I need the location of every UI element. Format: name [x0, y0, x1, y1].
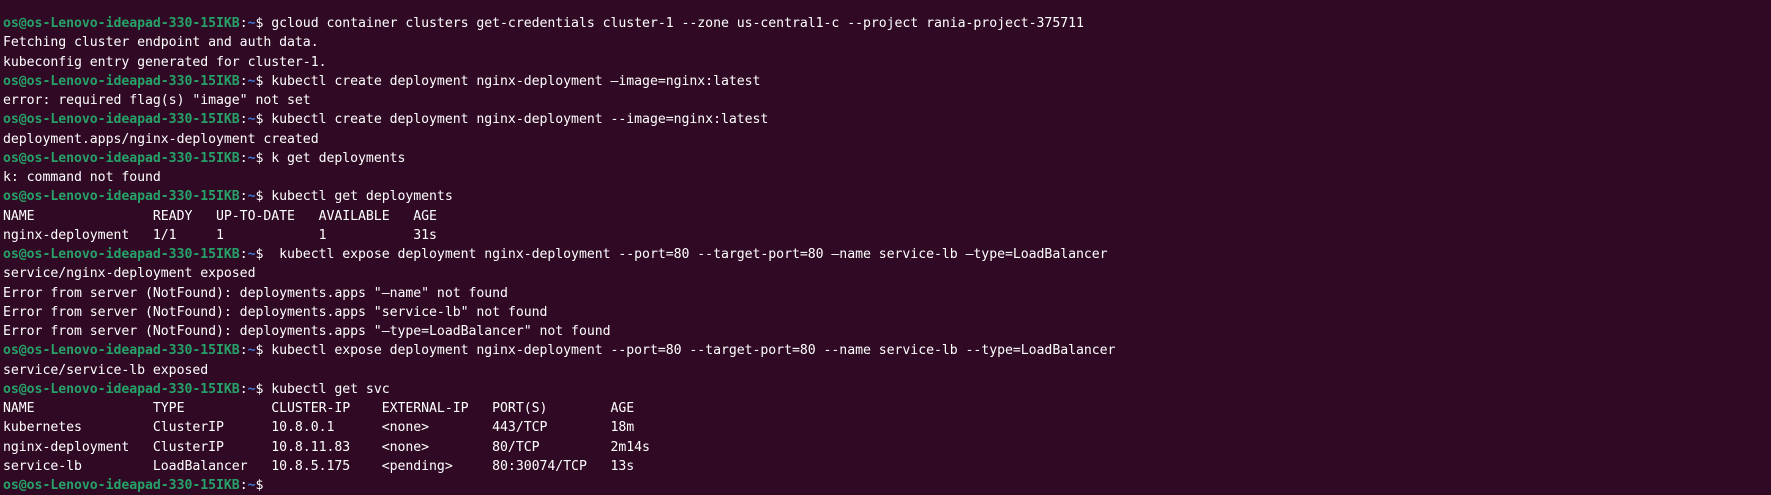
output-text: service/nginx-deployment exposed	[3, 266, 256, 282]
prompt-symbol: $	[255, 16, 272, 31]
cursor	[271, 477, 279, 492]
prompt-colon: :	[239, 16, 248, 31]
prompt-user-host: os@os-Lenovo-ideapad-330-15IKB	[3, 73, 240, 89]
output-text: nginx-deployment 1/1 1 1 31s	[3, 227, 437, 243]
output-line: Error from server (NotFound): deployment…	[3, 284, 1771, 303]
prompt-symbol: $	[255, 73, 272, 89]
output-text: Error from server (NotFound): deployment…	[3, 304, 548, 320]
output-line: k: command not found	[3, 168, 1771, 187]
output-text: nginx-deployment ClusterIP 10.8.11.83 <n…	[3, 439, 650, 455]
prompt-symbol: $	[255, 343, 272, 359]
prompt-user-host: os@os-Lenovo-ideapad-330-15IKB	[3, 189, 240, 205]
command-text: kubectl expose deployment nginx-deployme…	[271, 247, 1108, 262]
output-text: NAME READY UP-TO-DATE AVAILABLE AGE	[3, 208, 437, 224]
prompt-colon: :	[239, 381, 248, 397]
prompt-colon: :	[239, 343, 248, 359]
command-line: os@os-Lenovo-ideapad-330-15IKB:~$ kubect…	[3, 341, 1771, 360]
prompt-colon: :	[239, 150, 248, 166]
command-line: os@os-Lenovo-ideapad-330-15IKB:~$ kubect…	[3, 110, 1771, 129]
terminal-output[interactable]: os@os-Lenovo-ideapad-330-15IKB:~$ gcloud…	[0, 0, 1771, 495]
prompt-symbol: $	[255, 112, 272, 128]
output-line: Error from server (NotFound): deployment…	[3, 322, 1771, 341]
command-line: os@os-Lenovo-ideapad-330-15IKB:~$ gcloud…	[3, 14, 1771, 33]
prompt-user-host: os@os-Lenovo-ideapad-330-15IKB	[3, 478, 240, 493]
prompt-path: ~	[247, 478, 256, 493]
output-text: k: command not found	[3, 170, 161, 185]
prompt-colon: :	[239, 112, 248, 128]
output-line: nginx-deployment ClusterIP 10.8.11.83 <n…	[3, 438, 1771, 457]
command-line: os@os-Lenovo-ideapad-330-15IKB:~$ k get …	[3, 149, 1771, 168]
output-text: kubernetes ClusterIP 10.8.0.1 <none> 443…	[3, 420, 635, 436]
output-line: service/nginx-deployment exposed	[3, 264, 1771, 283]
prompt-user-host: os@os-Lenovo-ideapad-330-15IKB	[3, 16, 240, 31]
command-text: kubectl get svc	[271, 381, 390, 397]
command-text: k get deployments	[271, 150, 406, 166]
command-text: kubectl get deployments	[271, 189, 453, 205]
prompt-user-host: os@os-Lenovo-ideapad-330-15IKB	[3, 112, 240, 128]
prompt-symbol: $	[255, 150, 272, 166]
command-text: kubectl create deployment nginx-deployme…	[271, 112, 769, 128]
prompt-colon: :	[239, 73, 248, 89]
output-line: NAME READY UP-TO-DATE AVAILABLE AGE	[3, 207, 1771, 226]
output-text: Error from server (NotFound): deployment…	[3, 324, 611, 339]
output-text: deployment.apps/nginx-deployment created	[3, 131, 319, 147]
output-text: Fetching cluster endpoint and auth data.	[3, 35, 319, 51]
prompt-symbol: $	[255, 189, 272, 205]
prompt-symbol: $	[255, 381, 272, 397]
output-text: service-lb LoadBalancer 10.8.5.175 <pend…	[3, 458, 635, 474]
command-text: gcloud container clusters get-credential…	[271, 16, 1084, 31]
command-text: kubectl create deployment nginx-deployme…	[271, 73, 761, 89]
prompt-user-host: os@os-Lenovo-ideapad-330-15IKB	[3, 381, 240, 397]
command-line: os@os-Lenovo-ideapad-330-15IKB:~$ kubect…	[3, 245, 1771, 264]
output-line: Fetching cluster endpoint and auth data.	[3, 33, 1771, 52]
prompt-colon: :	[239, 478, 248, 493]
prompt-user-host: os@os-Lenovo-ideapad-330-15IKB	[3, 343, 240, 359]
prompt-colon: :	[239, 189, 248, 205]
output-line: Error from server (NotFound): deployment…	[3, 303, 1771, 322]
command-line: os@os-Lenovo-ideapad-330-15IKB:~$ kubect…	[3, 380, 1771, 399]
prompt-colon: :	[239, 247, 248, 262]
output-line: deployment.apps/nginx-deployment created	[3, 130, 1771, 149]
output-text: error: required flag(s) "image" not set	[3, 93, 311, 108]
output-text: NAME TYPE CLUSTER-IP EXTERNAL-IP PORT(S)…	[3, 401, 635, 416]
output-text: Error from server (NotFound): deployment…	[3, 285, 508, 301]
command-line: os@os-Lenovo-ideapad-330-15IKB:~$ kubect…	[3, 72, 1771, 91]
output-line: nginx-deployment 1/1 1 1 31s	[3, 226, 1771, 245]
prompt-symbol: $	[255, 247, 272, 262]
output-line: service-lb LoadBalancer 10.8.5.175 <pend…	[3, 457, 1771, 476]
output-line: error: required flag(s) "image" not set	[3, 91, 1771, 110]
output-text: kubeconfig entry generated for cluster-1…	[3, 54, 327, 70]
prompt-symbol: $	[255, 478, 272, 493]
prompt-user-host: os@os-Lenovo-ideapad-330-15IKB	[3, 247, 240, 262]
output-line: kubeconfig entry generated for cluster-1…	[3, 53, 1771, 72]
prompt-user-host: os@os-Lenovo-ideapad-330-15IKB	[3, 150, 240, 166]
output-line: NAME TYPE CLUSTER-IP EXTERNAL-IP PORT(S)…	[3, 399, 1771, 418]
command-line: os@os-Lenovo-ideapad-330-15IKB:~$ kubect…	[3, 187, 1771, 206]
output-line: service/service-lb exposed	[3, 361, 1771, 380]
command-text: kubectl expose deployment nginx-deployme…	[271, 343, 1116, 359]
output-line: kubernetes ClusterIP 10.8.0.1 <none> 443…	[3, 418, 1771, 437]
output-text: service/service-lb exposed	[3, 362, 209, 378]
